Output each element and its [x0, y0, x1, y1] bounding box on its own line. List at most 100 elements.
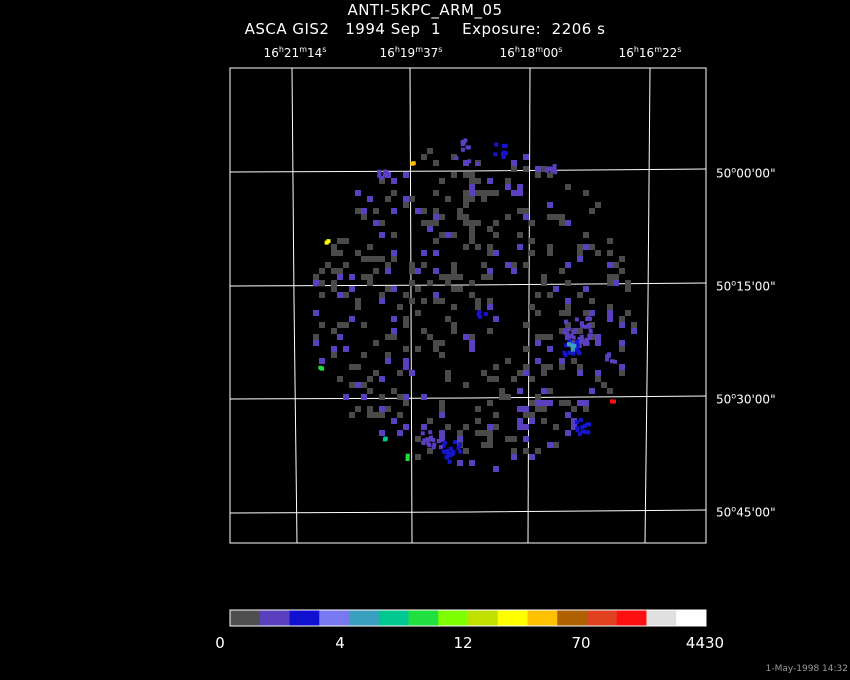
image-pixel	[576, 349, 581, 354]
image-pixel	[367, 256, 373, 262]
image-pixel	[613, 280, 619, 286]
image-pixel	[566, 327, 571, 332]
image-pixel	[457, 460, 463, 466]
coordinate-grid	[229, 67, 707, 544]
image-pixel	[391, 256, 397, 262]
image-pixel	[541, 280, 547, 286]
image-pixel	[469, 292, 475, 298]
image-pixel	[475, 418, 481, 424]
image-pixel	[313, 334, 319, 340]
colorbar-swatch	[319, 610, 350, 626]
image-pixel	[619, 346, 625, 352]
image-pixel	[535, 394, 541, 400]
image-pixel	[535, 292, 541, 298]
image-pixel	[574, 420, 579, 425]
image-pixel	[426, 441, 431, 446]
image-pixel	[439, 352, 445, 358]
image-pixel	[460, 147, 465, 152]
image-pixel	[589, 388, 595, 394]
image-pixel	[403, 358, 409, 364]
image-pixel	[337, 292, 343, 298]
image-pixel	[577, 250, 583, 256]
image-pixel	[409, 268, 415, 274]
colorbar	[229, 609, 707, 627]
image-pixel	[409, 196, 415, 202]
image-pixel	[583, 310, 589, 316]
image-pixel	[577, 370, 583, 376]
image-pixel	[559, 220, 565, 226]
image-pixel	[523, 370, 529, 376]
image-pixel	[487, 304, 493, 310]
image-pixel	[433, 220, 439, 226]
image-pixel	[493, 376, 499, 382]
image-pixel	[469, 232, 475, 238]
image-pixel	[481, 370, 487, 376]
image-pixel	[463, 334, 469, 340]
image-pixel	[469, 196, 475, 202]
image-pixel	[559, 214, 565, 220]
image-pixel	[505, 358, 511, 364]
image-pixel	[477, 310, 482, 315]
image-pixel	[587, 422, 592, 427]
image-pixel	[481, 190, 487, 196]
image-pixel	[619, 364, 625, 370]
image-pixel	[458, 449, 463, 454]
image-pixel	[331, 352, 337, 358]
image-pixel	[619, 256, 625, 262]
image-pixel	[427, 226, 433, 232]
image-pixel	[421, 394, 427, 400]
image-pixel	[343, 346, 349, 352]
image-pixel	[523, 154, 529, 160]
image-pixel	[523, 406, 529, 412]
image-pixel	[379, 220, 385, 226]
image-pixel	[580, 323, 585, 328]
colorbar-swatch	[587, 610, 618, 626]
image-pixel	[577, 364, 583, 370]
image-pixel	[467, 159, 472, 164]
image-pixel	[343, 238, 349, 244]
image-pixel	[529, 250, 535, 256]
image-pixel	[433, 292, 439, 298]
image-pixel	[383, 169, 388, 174]
image-pixel	[391, 190, 397, 196]
image-pixel	[569, 333, 574, 338]
image-pixel	[469, 190, 475, 196]
image-pixel	[421, 154, 427, 160]
image-pixel	[529, 418, 535, 424]
image-pixel	[433, 298, 439, 304]
image-pixel	[439, 400, 445, 406]
image-pixel	[578, 417, 583, 422]
image-pixel	[595, 250, 601, 256]
image-pixel	[535, 166, 541, 172]
image-pixel	[447, 459, 452, 464]
image-pixel	[469, 340, 475, 346]
image-pixel	[487, 400, 493, 406]
image-pixel	[487, 442, 493, 448]
image-pixel	[493, 190, 499, 196]
image-pixel	[391, 328, 397, 334]
image-pixel	[547, 388, 553, 394]
image-pixel	[373, 220, 379, 226]
image-pixel	[397, 370, 403, 376]
image-pixel	[463, 196, 469, 202]
image-pixel	[607, 388, 613, 394]
image-frame	[229, 67, 707, 544]
image-pixel	[553, 214, 559, 220]
image-pixel	[415, 286, 421, 292]
image-pixel	[367, 406, 373, 412]
image-pixel	[441, 449, 446, 454]
image-pixel	[403, 322, 409, 328]
image-pixel	[451, 322, 457, 328]
image-pixel	[373, 256, 379, 262]
image-pixel	[447, 453, 452, 458]
image-pixel	[517, 184, 523, 190]
image-pixel	[427, 334, 433, 340]
image-pixel	[319, 322, 325, 328]
image-pixel	[529, 304, 535, 310]
image-pixel	[349, 382, 355, 388]
image-pixel	[403, 202, 409, 208]
image-pixel	[469, 172, 475, 178]
image-pixel	[589, 298, 595, 304]
image-pixel	[586, 316, 591, 321]
image-pixel	[445, 274, 451, 280]
